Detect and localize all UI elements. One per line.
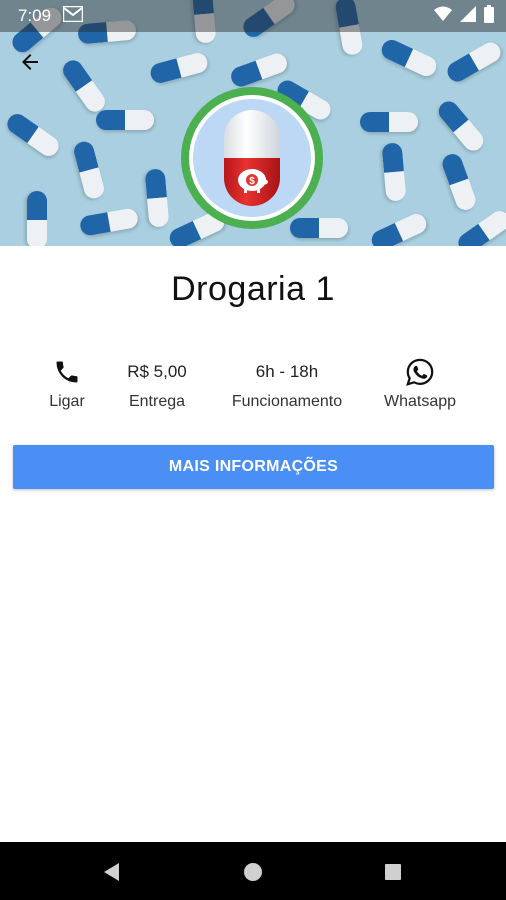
pill-decoration — [440, 151, 479, 212]
delivery-info: R$ 5,00 Entrega — [112, 355, 202, 411]
pill-decoration — [145, 168, 170, 228]
delivery-label: Entrega — [128, 393, 186, 410]
signal-icon — [460, 5, 476, 27]
svg-text:$: $ — [249, 176, 255, 187]
battery-icon — [484, 4, 494, 28]
pill-decoration — [360, 112, 418, 132]
pill-decoration — [368, 211, 429, 246]
nav-back-button[interactable] — [96, 856, 128, 888]
pill-decoration — [148, 51, 209, 85]
phone-icon — [56, 361, 78, 383]
status-time: 7:09 — [18, 6, 52, 25]
pill-decoration — [435, 97, 488, 154]
pill-decoration — [79, 207, 140, 237]
whatsapp-icon — [406, 358, 434, 386]
nav-recents-icon — [385, 864, 401, 880]
back-arrow-icon — [22, 54, 38, 70]
opening-hours: 6h - 18h — [255, 362, 319, 381]
pill-decoration — [444, 39, 504, 85]
back-button[interactable] — [14, 46, 46, 78]
more-info-button[interactable]: MAIS INFORMAÇÕES — [13, 445, 494, 489]
hours-info: 6h - 18h Funcionamento — [222, 355, 352, 411]
pill-decoration — [59, 57, 109, 116]
wifi-icon — [434, 6, 452, 27]
nav-back-icon — [104, 863, 119, 881]
delivery-fee: R$ 5,00 — [127, 362, 187, 381]
pharmacy-logo: $ — [181, 87, 323, 229]
pill-decoration — [455, 207, 506, 246]
action-row: Ligar R$ 5,00 Entrega 6h - 18h Funcionam… — [0, 355, 506, 419]
pill-decoration — [96, 110, 154, 130]
pill-decoration — [27, 191, 47, 246]
gmail-icon — [62, 5, 84, 27]
pill-decoration — [378, 37, 439, 80]
whatsapp-label: Whatsapp — [383, 393, 457, 410]
call-action[interactable]: Ligar — [37, 355, 97, 411]
pill-decoration — [4, 110, 63, 160]
capsule-piggy-bank-icon: $ — [224, 110, 280, 206]
system-nav-bar — [0, 842, 506, 900]
pill-decoration — [72, 139, 106, 200]
pill-decoration — [290, 218, 348, 238]
status-bar: 7:09 — [0, 0, 506, 32]
pill-decoration — [382, 142, 407, 202]
nav-recents-button[interactable] — [377, 856, 409, 888]
whatsapp-action[interactable]: Whatsapp — [375, 355, 465, 411]
nav-home-button[interactable] — [237, 856, 269, 888]
nav-home-icon — [244, 863, 262, 881]
pharmacy-name: Drogaria 1 — [171, 270, 335, 308]
call-label: Ligar — [49, 393, 85, 410]
hours-label: Funcionamento — [231, 393, 343, 410]
